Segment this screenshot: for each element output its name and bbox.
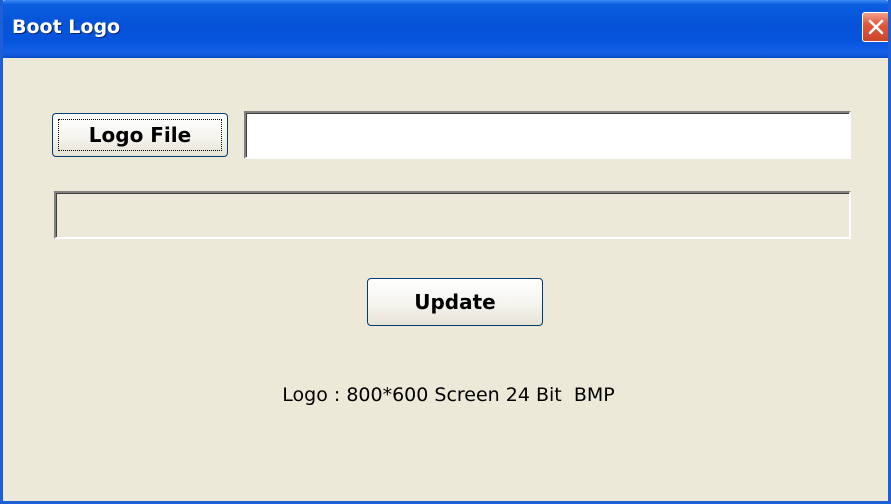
close-icon (868, 19, 884, 35)
close-button[interactable] (862, 12, 888, 42)
title-bar[interactable]: Boot Logo (3, 0, 888, 58)
dialog-body: Logo File Update Logo : 800*600 Screen 2… (3, 58, 888, 501)
focus-rectangle (58, 119, 222, 151)
update-button[interactable]: Update (367, 278, 543, 326)
update-button-label: Update (414, 290, 496, 314)
window-title: Boot Logo (12, 16, 121, 38)
logo-format-info: Logo : 800*600 Screen 24 Bit BMP (282, 384, 615, 406)
boot-logo-window: Boot Logo Logo File Update Logo : 800*60… (0, 0, 891, 504)
status-field (54, 191, 851, 239)
logo-file-button[interactable]: Logo File (52, 113, 228, 157)
logo-file-path-field[interactable] (244, 111, 851, 159)
